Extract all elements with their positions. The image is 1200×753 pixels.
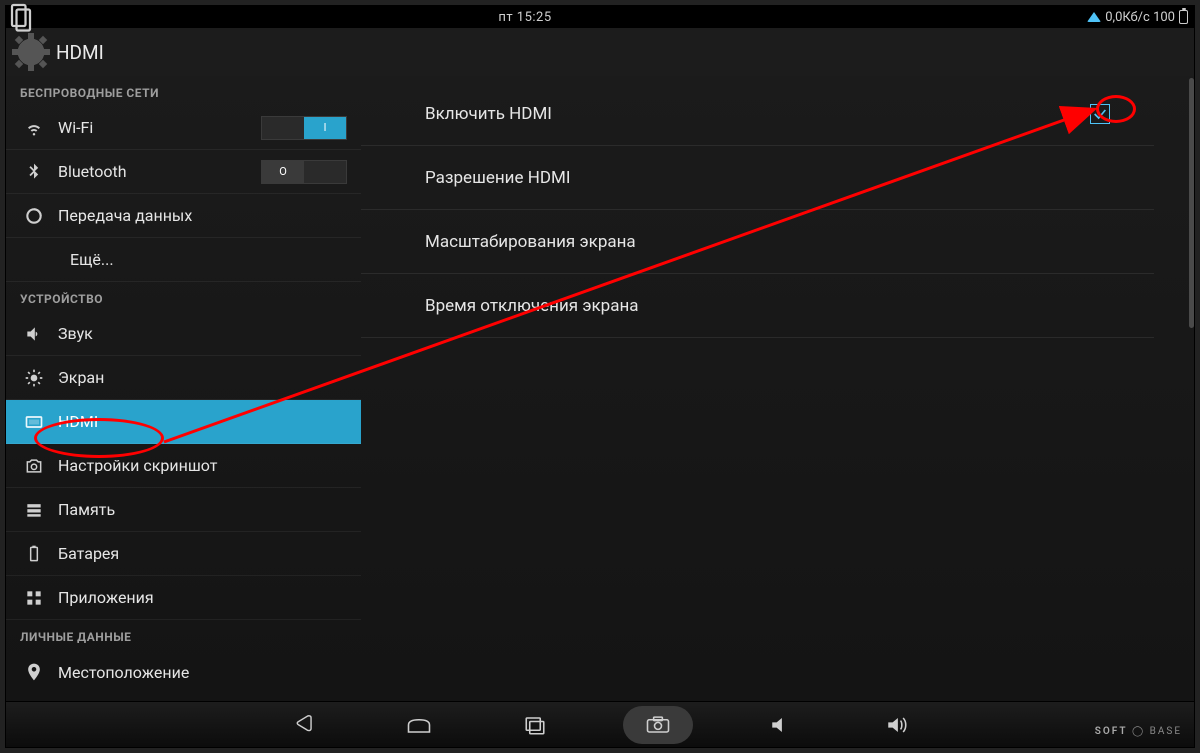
nav-volume-down-button[interactable]: [753, 706, 809, 744]
setting-hdmi-resolution[interactable]: Разрешение HDMI: [361, 146, 1154, 210]
wifi-status-icon: [1087, 12, 1101, 22]
battery-icon: [24, 544, 44, 564]
section-personal: ЛИЧНЫЕ ДАННЫЕ: [6, 620, 361, 650]
sidebar-item-apps[interactable]: Приложения: [6, 576, 361, 620]
wifi-toggle[interactable]: I: [261, 116, 347, 140]
setting-screen-scale[interactable]: Масштабирования экрана: [361, 210, 1154, 274]
sidebar-item-battery[interactable]: Батарея: [6, 532, 361, 576]
app-header: HDMI: [6, 28, 1194, 76]
setting-enable-hdmi[interactable]: Включить HDMI: [361, 82, 1154, 146]
sound-label: Звук: [58, 324, 347, 343]
settings-gear-icon: [18, 39, 44, 65]
hdmi-icon: [24, 412, 44, 432]
section-device: УСТРОЙСТВО: [6, 282, 361, 312]
status-right: 0,0Кб/с 100: [1014, 10, 1194, 25]
storage-icon: [24, 500, 44, 520]
orientation-icon: [6, 2, 36, 32]
watermark: SOFT ◯ BASE: [1095, 726, 1182, 737]
nav-recents-button[interactable]: [507, 706, 563, 744]
sidebar-item-wifi[interactable]: Wi-Fi I: [6, 106, 361, 150]
sidebar-item-sound[interactable]: Звук: [6, 312, 361, 356]
bluetooth-icon: [24, 162, 44, 182]
nav-back-button[interactable]: [275, 706, 331, 744]
resolution-label: Разрешение HDMI: [425, 168, 570, 188]
scale-label: Масштабирования экрана: [425, 232, 636, 252]
sidebar-item-more[interactable]: Ещё...: [6, 238, 361, 282]
data-label: Передача данных: [58, 206, 347, 225]
battery-icon: [1179, 10, 1188, 24]
bluetooth-label: Bluetooth: [58, 162, 247, 181]
sidebar-item-data-usage[interactable]: Передача данных: [6, 194, 361, 238]
enable-hdmi-checkbox[interactable]: [1090, 104, 1110, 124]
apps-label: Приложения: [58, 588, 347, 607]
hdmi-label: HDMI: [58, 412, 347, 431]
section-wireless: БЕСПРОВОДНЫЕ СЕТИ: [6, 76, 361, 106]
scrollbar[interactable]: [1189, 78, 1194, 328]
setting-screen-timeout[interactable]: Время отключения экрана: [361, 274, 1154, 338]
nav-volume-up-button[interactable]: [869, 706, 925, 744]
sidebar-item-screenshot[interactable]: Настройки скриншот: [6, 444, 361, 488]
apps-icon: [24, 588, 44, 608]
system-navbar: [6, 701, 1194, 747]
sidebar-item-location[interactable]: Местоположение: [6, 650, 361, 694]
nav-screenshot-button[interactable]: [623, 706, 693, 744]
battery-label: Батарея: [58, 544, 347, 563]
screenshot-label: Настройки скриншот: [58, 456, 347, 475]
sound-icon: [24, 324, 44, 344]
status-net-text: 0,0Кб/с 100: [1105, 10, 1175, 25]
display-label: Экран: [58, 368, 347, 387]
sidebar-item-bluetooth[interactable]: Bluetooth O: [6, 150, 361, 194]
sidebar-item-storage[interactable]: Память: [6, 488, 361, 532]
status-time: пт 15:25: [36, 10, 1014, 25]
bluetooth-toggle[interactable]: O: [261, 160, 347, 184]
wifi-label: Wi-Fi: [58, 118, 247, 137]
header-title: HDMI: [56, 41, 104, 64]
data-usage-icon: [24, 206, 44, 226]
sidebar-item-hdmi[interactable]: HDMI: [6, 400, 361, 444]
location-icon: [24, 662, 44, 682]
enable-hdmi-label: Включить HDMI: [425, 104, 552, 124]
detail-pane: Включить HDMI Разрешение HDMI Масштабиро…: [361, 76, 1194, 701]
wifi-icon: [24, 118, 44, 138]
storage-label: Память: [58, 500, 347, 519]
settings-sidebar: БЕСПРОВОДНЫЕ СЕТИ Wi-Fi I Bluetooth O: [6, 76, 361, 701]
camera-icon: [24, 456, 44, 476]
brightness-icon: [24, 368, 44, 388]
more-label: Ещё...: [58, 250, 347, 269]
sidebar-item-display[interactable]: Экран: [6, 356, 361, 400]
timeout-label: Время отключения экрана: [425, 296, 639, 316]
nav-home-button[interactable]: [391, 706, 447, 744]
status-bar: пт 15:25 0,0Кб/с 100: [6, 6, 1194, 28]
location-label: Местоположение: [58, 663, 347, 682]
